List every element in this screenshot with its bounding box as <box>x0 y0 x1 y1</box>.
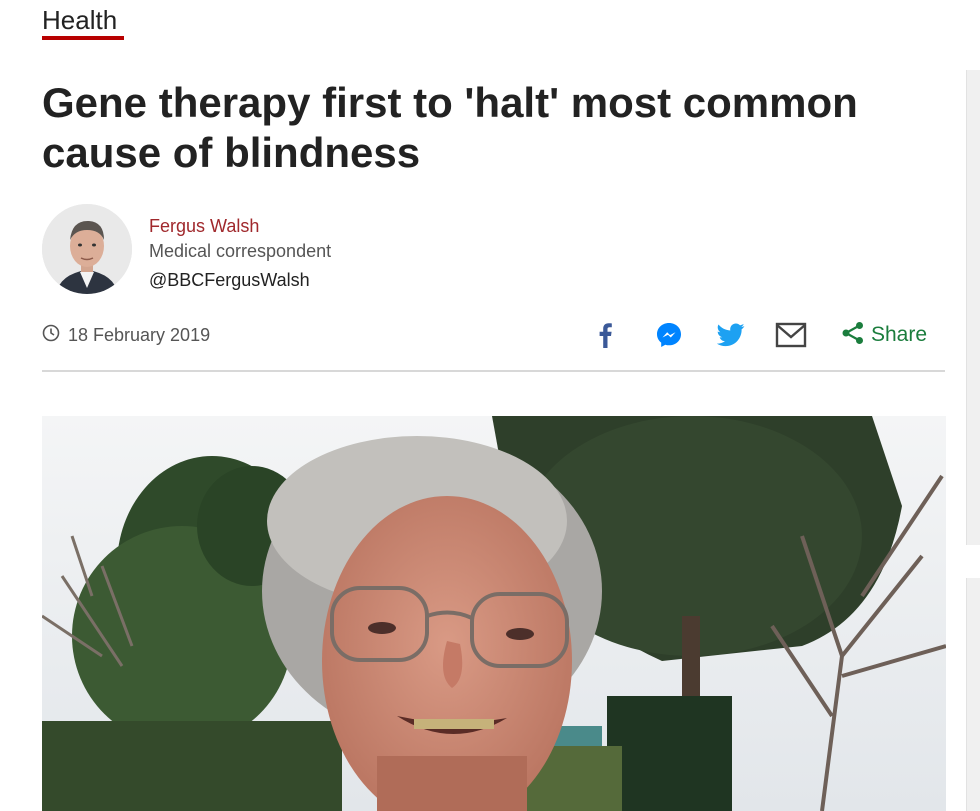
section-underline <box>42 36 124 40</box>
facebook-icon[interactable] <box>590 318 620 352</box>
messenger-icon[interactable] <box>652 318 686 352</box>
share-label: Share <box>870 323 928 346</box>
byline-divider <box>42 370 945 372</box>
author-avatar <box>42 204 132 294</box>
author-name[interactable]: Fergus Walsh <box>149 216 259 237</box>
email-icon[interactable] <box>774 318 808 352</box>
sidebar-edge-lower <box>966 578 980 811</box>
clock-icon <box>42 324 68 347</box>
twitter-icon[interactable] <box>714 318 748 352</box>
share-icon <box>841 321 865 350</box>
section-link-health[interactable]: Health <box>42 4 117 36</box>
sidebar-edge <box>966 70 980 545</box>
author-twitter-handle[interactable]: @BBCFergusWalsh <box>149 270 310 291</box>
publish-date: 18 February 2019 <box>42 324 210 347</box>
share-button[interactable]: Share <box>838 318 930 352</box>
author-role: Medical correspondent <box>149 241 332 261</box>
article-headline: Gene therapy first to 'halt' most common… <box>42 79 858 176</box>
date-text: 18 February 2019 <box>68 325 211 345</box>
share-toolbar: Share <box>590 318 930 352</box>
article-lead-image <box>42 416 946 811</box>
